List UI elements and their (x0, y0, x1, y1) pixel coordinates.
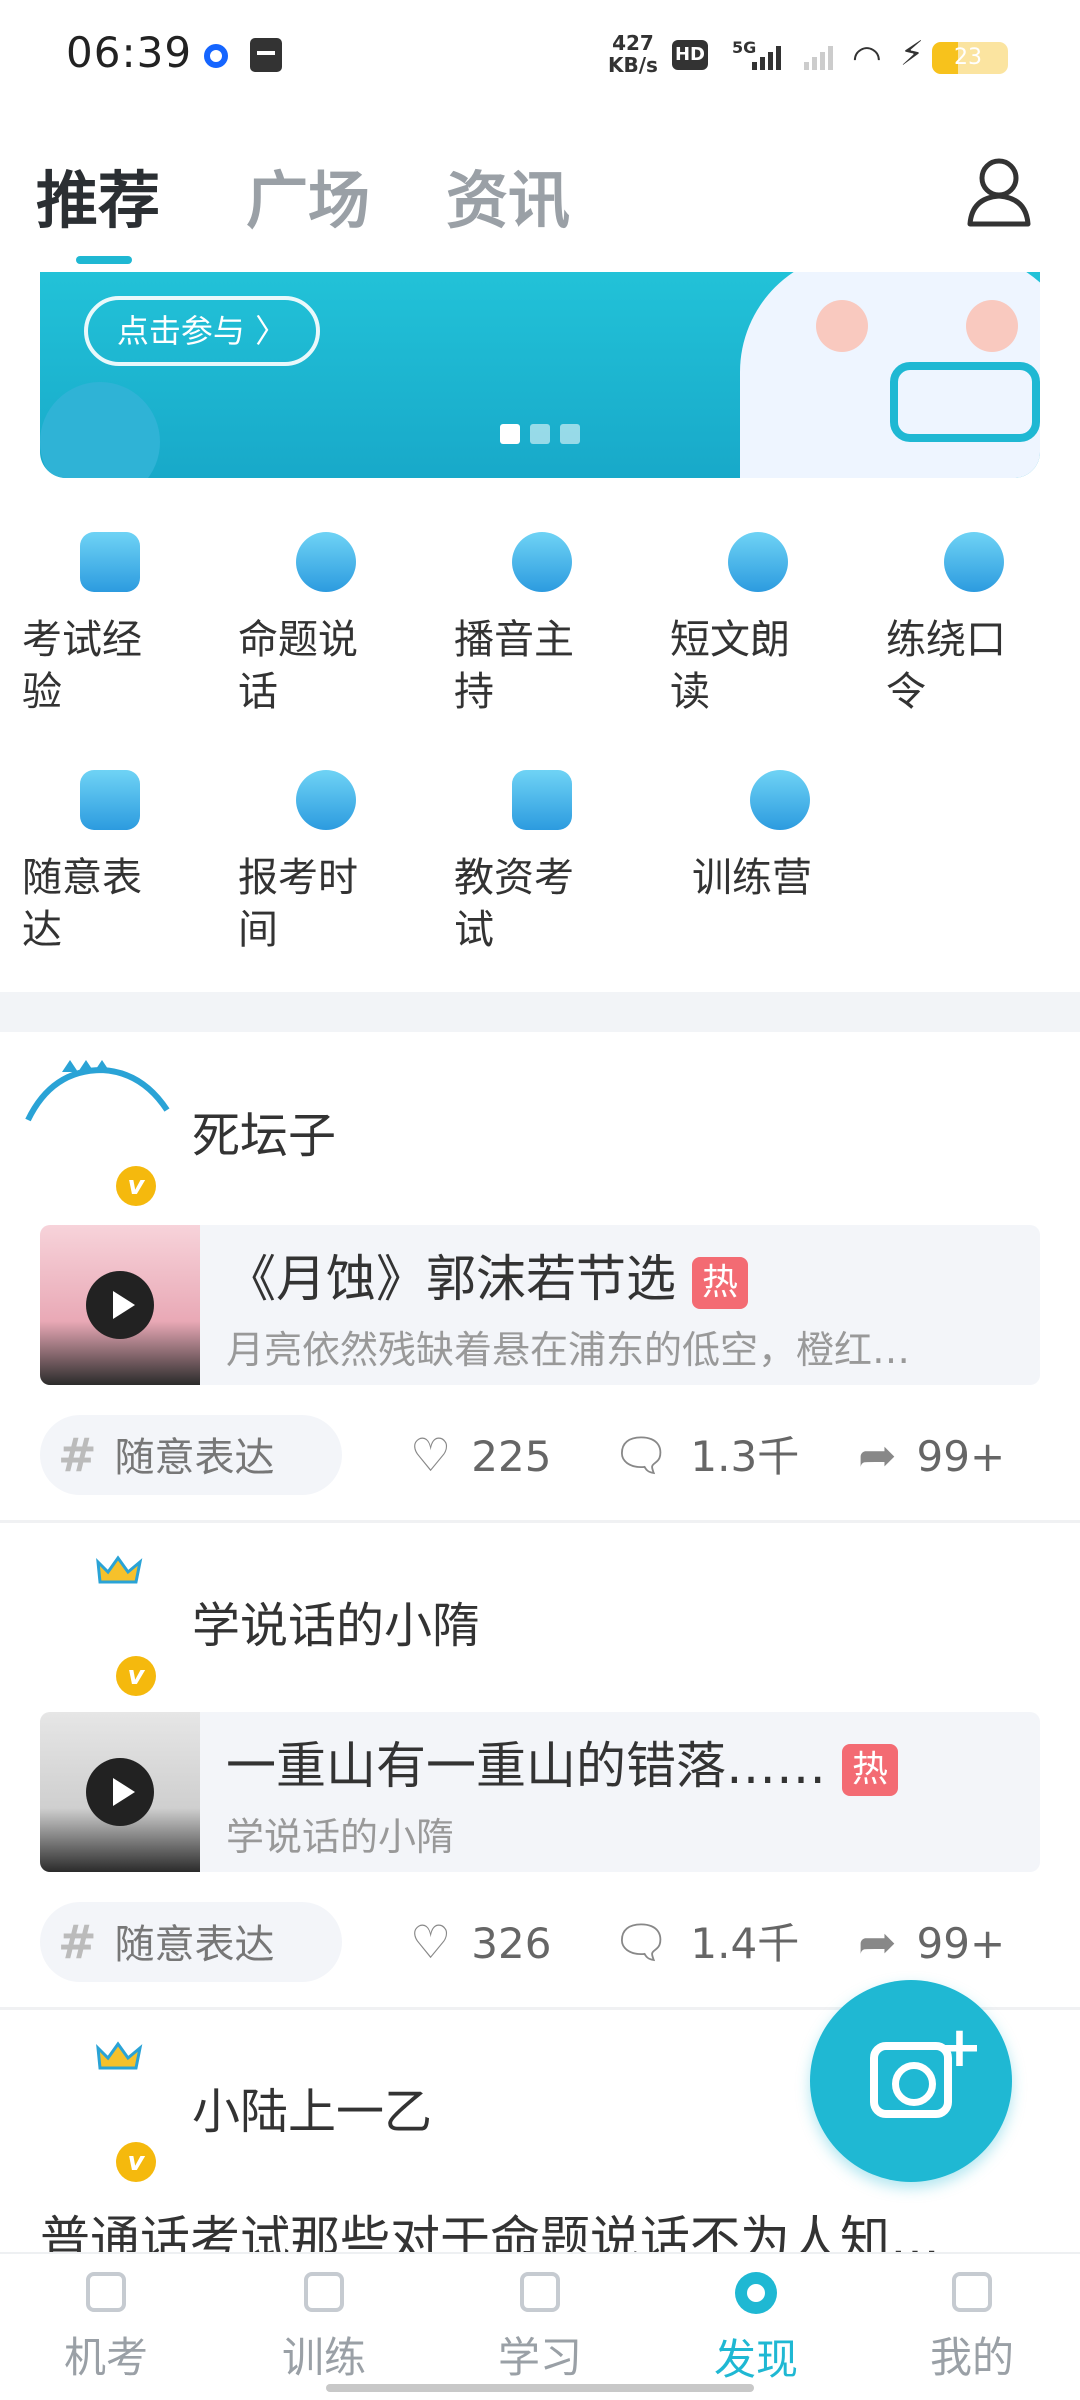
hot-badge: 热 (692, 1256, 748, 1309)
location-dot-icon (204, 44, 228, 68)
planet-illustration (40, 382, 160, 478)
like-button[interactable]: ♡ 225 (410, 1415, 551, 1495)
profile-face-icon (952, 2272, 992, 2312)
avatar[interactable] (22, 1050, 172, 1160)
disc-icon (728, 532, 788, 592)
share-button[interactable]: ➦ 99+ (858, 1415, 1005, 1495)
avatar[interactable] (22, 2026, 172, 2136)
post-title: 一重山有一重山的错落…… 热 (226, 1726, 898, 1798)
post-excerpt: 学说话的小隋 (226, 1815, 455, 1859)
nav-discover[interactable]: 发现 (686, 2272, 826, 2387)
post-actions: # 随意表达 ♡ 225 🗨 1.3千 ➦ 99+ (40, 1415, 1040, 1495)
comment-icon: 🗨 (612, 1428, 671, 1482)
signal-strength-secondary-icon (804, 44, 833, 70)
category-tongue-twister[interactable]: 练绕口令 (886, 532, 1026, 718)
post-author[interactable]: 死坛子 (192, 1096, 336, 1166)
post-thumbnail (40, 1712, 200, 1872)
category-teacher-exam[interactable]: 教资考试 (454, 770, 594, 956)
hashtag-icon: # (58, 1915, 97, 1969)
wifi-icon: ◠ (852, 38, 882, 78)
headset-icon (750, 770, 810, 830)
share-arrow-icon: ➦ (858, 1915, 897, 1969)
status-time: 06:39 (66, 28, 193, 77)
post-audio-card[interactable]: 《月蚀》郭沫若节选热 月亮依然残缺着悬在浦东的低空，橙红… (40, 1225, 1040, 1385)
heart-icon: ♡ (410, 1428, 452, 1482)
banner-join-button[interactable]: 点击参与 〉 (84, 296, 320, 366)
category-free-expression[interactable]: 随意表达 (22, 770, 162, 956)
nav-mock-exam[interactable]: 机考 (36, 2272, 176, 2385)
like-button[interactable]: ♡ 326 (410, 1902, 551, 1982)
notebook-icon (80, 532, 140, 592)
post-separator (0, 1520, 1080, 1523)
mascot-illustration (740, 272, 1040, 478)
video-play-icon (520, 2272, 560, 2312)
nav-mine[interactable]: 我的 (902, 2272, 1042, 2385)
avatar[interactable] (22, 1540, 172, 1650)
folder-icon (512, 770, 572, 830)
microphone-icon (512, 532, 572, 592)
discover-icon (735, 2272, 777, 2314)
verified-badge: v (116, 1166, 156, 1206)
section-divider (0, 992, 1080, 1032)
comment-button[interactable]: 🗨 1.4千 (612, 1902, 799, 1982)
film-reel-icon (944, 532, 1004, 592)
hot-badge: 热 (842, 1743, 898, 1796)
share-button[interactable]: ➦ 99+ (858, 1902, 1005, 1982)
post-actions: # 随意表达 ♡ 326 🗨 1.4千 ➦ 99+ (40, 1902, 1040, 1982)
message-icon (80, 770, 140, 830)
active-tab-indicator (76, 256, 132, 264)
category-exam-experience[interactable]: 考试经验 (22, 532, 162, 718)
nav-training[interactable]: 训练 (254, 2272, 394, 2385)
post-author[interactable]: 学说话的小隋 (192, 1586, 480, 1656)
category-topic-speaking[interactable]: 命题说话 (238, 532, 378, 718)
post-title: 《月蚀》郭沫若节选热 (226, 1239, 748, 1311)
home-indicator[interactable] (326, 2384, 754, 2392)
post-audio-card[interactable]: 一重山有一重山的错落…… 热 学说话的小隋 (40, 1712, 1040, 1872)
category-exam-schedule[interactable]: 报考时间 (238, 770, 378, 956)
share-arrow-icon: ➦ (858, 1428, 897, 1482)
hd-icon: HD (672, 40, 708, 70)
nav-study[interactable]: 学习 (470, 2272, 610, 2385)
banner-page-indicator (500, 424, 580, 444)
charging-icon: ⚡ (900, 34, 924, 74)
tab-recommend[interactable]: 推荐 (36, 150, 160, 240)
post-excerpt: 月亮依然残缺着悬在浦东的低空，橙红… (226, 1328, 911, 1372)
profile-icon[interactable] (966, 156, 1032, 228)
app-notification-icon (250, 38, 282, 72)
chat-face-icon (296, 532, 356, 592)
heart-icon: ♡ (410, 1915, 452, 1969)
hashtag-icon: # (58, 1428, 97, 1482)
verified-badge: v (116, 1656, 156, 1696)
tab-news[interactable]: 资讯 (446, 150, 570, 240)
training-check-icon (304, 2272, 344, 2312)
signal-strength-icon (752, 44, 781, 70)
post-topic-tag[interactable]: # 随意表达 (40, 1415, 342, 1495)
battery-icon: 23 (932, 42, 1008, 74)
comment-icon: 🗨 (612, 1915, 671, 1969)
top-tab-bar: 推荐 广场 资讯 (36, 150, 1036, 270)
play-icon[interactable] (86, 1271, 154, 1339)
create-post-button[interactable]: + (810, 1980, 1012, 2182)
network-speed: 427 KB/s (608, 31, 658, 77)
exam-sheet-icon (86, 2272, 126, 2312)
alarm-clock-icon (296, 770, 356, 830)
category-reading[interactable]: 短文朗读 (670, 532, 810, 718)
promo-banner[interactable]: 点击参与 〉 (40, 272, 1040, 478)
category-training-camp[interactable]: 训练营 (692, 770, 832, 904)
plus-icon: + (936, 2015, 983, 2080)
post-author[interactable]: 小陆上一乙 (192, 2072, 432, 2142)
tab-square[interactable]: 广场 (246, 150, 370, 240)
comment-button[interactable]: 🗨 1.3千 (612, 1415, 799, 1495)
category-broadcasting[interactable]: 播音主持 (454, 532, 594, 718)
verified-badge: v (116, 2142, 156, 2182)
bottom-nav-bar: 机考 训练 学习 发现 我的 (0, 2252, 1080, 2400)
post-topic-tag[interactable]: # 随意表达 (40, 1902, 342, 1982)
play-icon[interactable] (86, 1758, 154, 1826)
status-bar: 06:39 427 KB/s HD 5G ◠ ⚡ 23 (0, 0, 1080, 110)
post-thumbnail (40, 1225, 200, 1385)
